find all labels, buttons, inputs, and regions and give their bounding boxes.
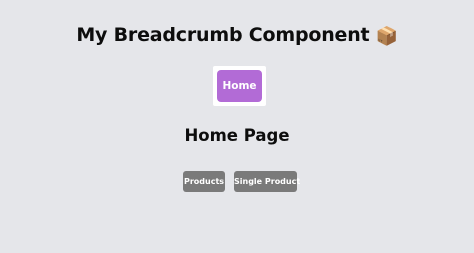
- single-product-button[interactable]: Single Product: [234, 171, 300, 192]
- breadcrumb-item-home[interactable]: Home: [217, 70, 262, 102]
- products-button[interactable]: Products: [183, 171, 225, 192]
- app-page: My Breadcrumb Component 📦 Home Home Page …: [0, 0, 474, 253]
- package-icon: 📦: [375, 26, 398, 47]
- breadcrumb: Home: [213, 66, 266, 106]
- page-heading: Home Page: [184, 126, 290, 145]
- app-title: My Breadcrumb Component 📦: [0, 24, 474, 47]
- app-title-text: My Breadcrumb Component: [76, 24, 370, 46]
